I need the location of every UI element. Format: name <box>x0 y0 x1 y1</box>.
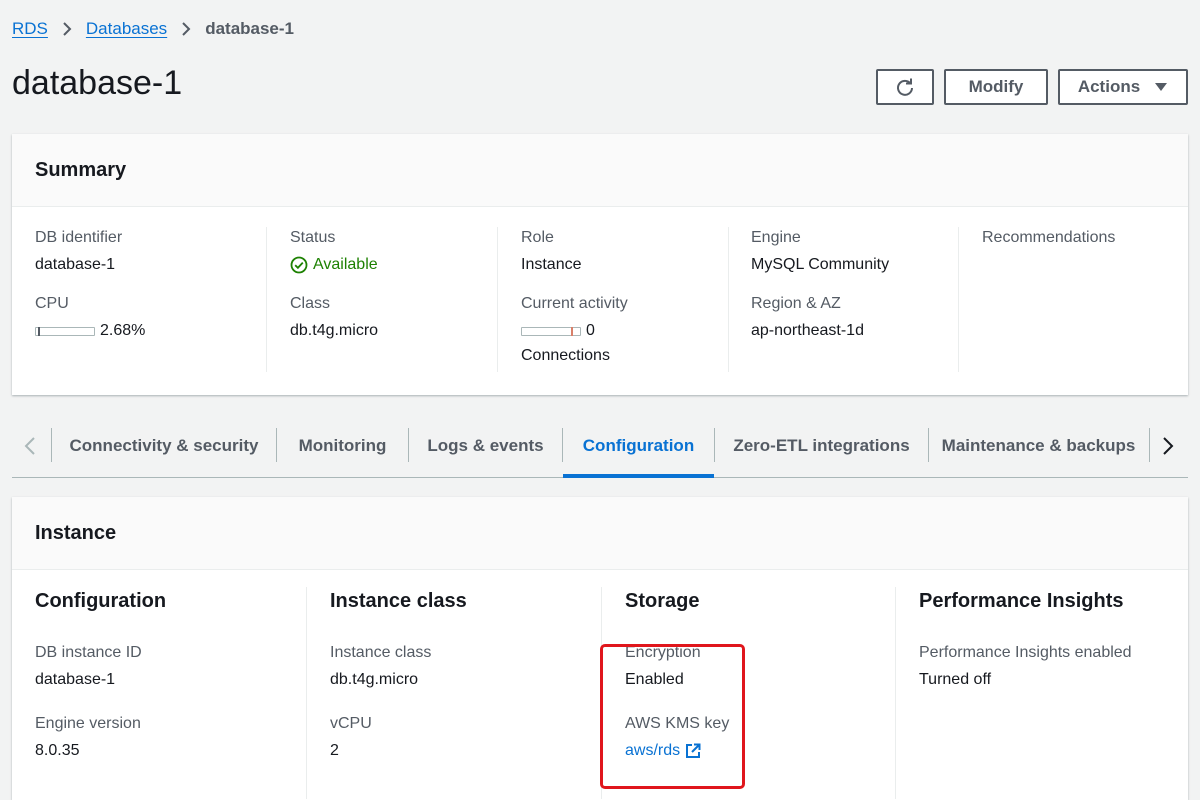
summary-panel: Summary DB identifier database-1 CPU 2.6… <box>12 134 1188 395</box>
summary-col-role: Role Instance Current activity 0 Connect… <box>521 227 729 372</box>
instance-col-configuration: Configuration DB instance ID database-1 … <box>12 587 307 799</box>
refresh-icon <box>895 77 915 97</box>
refresh-button[interactable] <box>876 69 934 105</box>
summary-header: Summary <box>12 134 1188 207</box>
role-value: Instance <box>521 256 582 273</box>
db-identifier-label: DB identifier <box>35 229 123 246</box>
engine-label: Engine <box>751 229 801 246</box>
breadcrumb-databases-link[interactable]: Databases <box>86 19 167 39</box>
engine-version-label: Engine version <box>35 715 141 732</box>
cpu-label: CPU <box>35 295 69 312</box>
configuration-heading: Configuration <box>35 590 167 612</box>
cpu-meter-marker <box>37 326 40 336</box>
summary-col-engine: Engine MySQL Community Region & AZ ap-no… <box>751 227 959 372</box>
tab-configuration[interactable]: Configuration <box>563 414 714 478</box>
instance-col-storage: Storage Encryption Enabled AWS KMS key a… <box>602 587 896 799</box>
tabs-scroll-left[interactable] <box>12 414 48 477</box>
summary-title: Summary <box>35 158 127 181</box>
caret-down-icon <box>1154 82 1168 92</box>
instance-body: Configuration DB instance ID database-1 … <box>12 570 1188 799</box>
instance-class-heading: Instance class <box>330 590 467 612</box>
vcpu-value: 2 <box>330 742 339 759</box>
tab-zero-etl-integrations[interactable]: Zero-ETL integrations <box>715 414 928 477</box>
activity-meter-marker <box>571 326 574 336</box>
tab-connectivity-security[interactable]: Connectivity & security <box>52 414 276 477</box>
status-value: Available <box>313 256 378 273</box>
db-instance-id-value: database-1 <box>35 671 116 688</box>
chevron-right-icon <box>1162 436 1174 456</box>
details-tabs: Connectivity & security Monitoring Logs … <box>12 414 1188 478</box>
actions-label: Actions <box>1077 77 1141 96</box>
activity-unit: Connections <box>521 347 610 364</box>
instance-header: Instance <box>12 497 1188 570</box>
instance-class-value: db.t4g.micro <box>330 671 419 688</box>
tabs-scroll-right[interactable] <box>1150 414 1186 477</box>
breadcrumb-current: database-1 <box>205 19 295 38</box>
vcpu-label: vCPU <box>330 715 372 732</box>
tab-maintenance-backups[interactable]: Maintenance & backups <box>929 414 1148 477</box>
instance-panel: Instance Configuration DB instance ID da… <box>12 497 1188 800</box>
kms-key-value-row: aws/rds <box>625 740 895 762</box>
modify-button[interactable]: Modify <box>944 69 1048 105</box>
chevron-right-icon <box>181 21 191 37</box>
summary-col-identifier: DB identifier database-1 CPU 2.68% <box>35 227 267 372</box>
chevron-left-icon <box>24 436 36 456</box>
tab-monitoring[interactable]: Monitoring <box>277 414 408 477</box>
instance-col-performance-insights: Performance Insights Performance Insight… <box>896 587 1188 799</box>
cpu-meter-row: 2.68% <box>35 320 266 342</box>
summary-col-status: Status Available Class db.t4g.micro <box>290 227 498 372</box>
encryption-label: Encryption <box>625 644 701 661</box>
kms-key-link-text: aws/rds <box>625 742 681 759</box>
cpu-meter <box>35 326 95 336</box>
performance-insights-enabled-label: Performance Insights enabled <box>919 644 1132 661</box>
activity-value: 0 <box>586 322 595 339</box>
storage-heading: Storage <box>625 590 700 612</box>
instance-col-class: Instance class Instance class db.t4g.mic… <box>307 587 602 799</box>
activity-meter <box>521 326 581 336</box>
summary-col-recommendations: Recommendations <box>982 227 1182 372</box>
class-label: Class <box>290 295 331 312</box>
activity-meter-row: 0 <box>521 320 728 342</box>
engine-value: MySQL Community <box>751 256 890 273</box>
chevron-right-icon <box>62 21 72 37</box>
status-label: Status <box>290 229 336 246</box>
encryption-value: Enabled <box>625 671 684 688</box>
cpu-value: 2.68% <box>100 322 146 339</box>
kms-key-label: AWS KMS key <box>625 715 730 732</box>
page-title: database-1 <box>12 64 183 102</box>
instance-title: Instance <box>35 521 117 544</box>
current-activity-label: Current activity <box>521 295 628 312</box>
header-actions: Modify Actions <box>876 69 1188 105</box>
status-badge: Available <box>290 254 497 276</box>
breadcrumb-rds-link[interactable]: RDS <box>12 19 48 39</box>
performance-insights-enabled-value: Turned off <box>919 671 992 688</box>
rds-database-page: RDS Databases database-1 database-1 Modi… <box>0 0 1200 800</box>
status-check-icon <box>290 256 308 274</box>
breadcrumb: RDS Databases database-1 <box>12 17 294 41</box>
region-label: Region & AZ <box>751 295 841 312</box>
instance-class-label: Instance class <box>330 644 432 661</box>
actions-dropdown-button[interactable]: Actions <box>1058 69 1188 105</box>
tab-logs-events[interactable]: Logs & events <box>409 414 562 477</box>
class-value: db.t4g.micro <box>290 322 379 339</box>
summary-body: DB identifier database-1 CPU 2.68% Statu… <box>12 207 1188 394</box>
region-value: ap-northeast-1d <box>751 322 864 339</box>
db-identifier-value: database-1 <box>35 256 116 273</box>
db-instance-id-label: DB instance ID <box>35 644 142 661</box>
external-link-icon <box>685 743 701 759</box>
performance-insights-heading: Performance Insights <box>919 590 1124 612</box>
role-label: Role <box>521 229 554 246</box>
recommendations-label: Recommendations <box>982 229 1116 246</box>
kms-key-link[interactable]: aws/rds <box>625 740 701 762</box>
engine-version-value: 8.0.35 <box>35 742 80 759</box>
